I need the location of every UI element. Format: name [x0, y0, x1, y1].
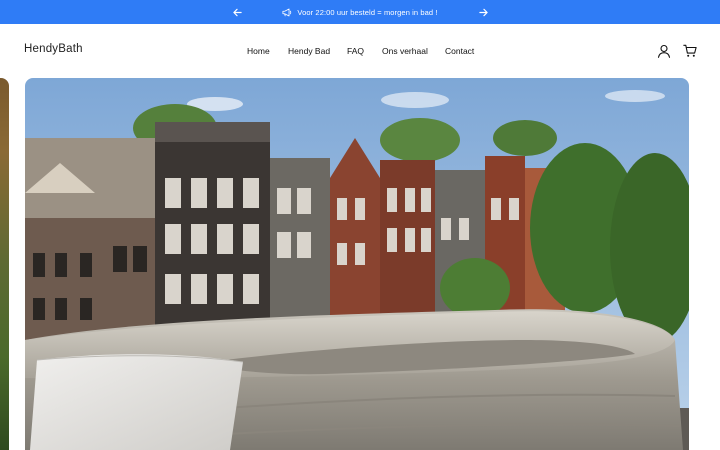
announcement-message: Voor 22:00 uur besteld = morgen in bad ! — [282, 8, 437, 17]
announcement-text: Voor 22:00 uur besteld = morgen in bad ! — [297, 7, 438, 17]
megaphone-icon — [282, 8, 292, 17]
main-nav: Home Hendy Bad FAQ Ons verhaal Contact — [0, 46, 720, 60]
site-header: HendyBath Home Hendy Bad FAQ Ons verhaal… — [0, 24, 720, 78]
nav-hendy-bad[interactable]: Hendy Bad — [288, 46, 330, 56]
nav-faq[interactable]: FAQ — [347, 46, 364, 56]
announcement-bar: Voor 22:00 uur besteld = morgen in bad ! — [0, 0, 720, 24]
cart-icon[interactable] — [683, 44, 697, 58]
user-icon[interactable] — [657, 44, 671, 58]
arrow-right-icon[interactable] — [476, 5, 490, 19]
hero-image — [25, 78, 689, 450]
hero-previous-slide-peek[interactable] — [0, 78, 9, 450]
nav-ons-verhaal[interactable]: Ons verhaal — [382, 46, 428, 56]
hero-scene — [25, 78, 689, 450]
arrow-left-icon[interactable] — [230, 5, 244, 19]
nav-contact[interactable]: Contact — [445, 46, 474, 56]
nav-home[interactable]: Home — [247, 46, 270, 56]
